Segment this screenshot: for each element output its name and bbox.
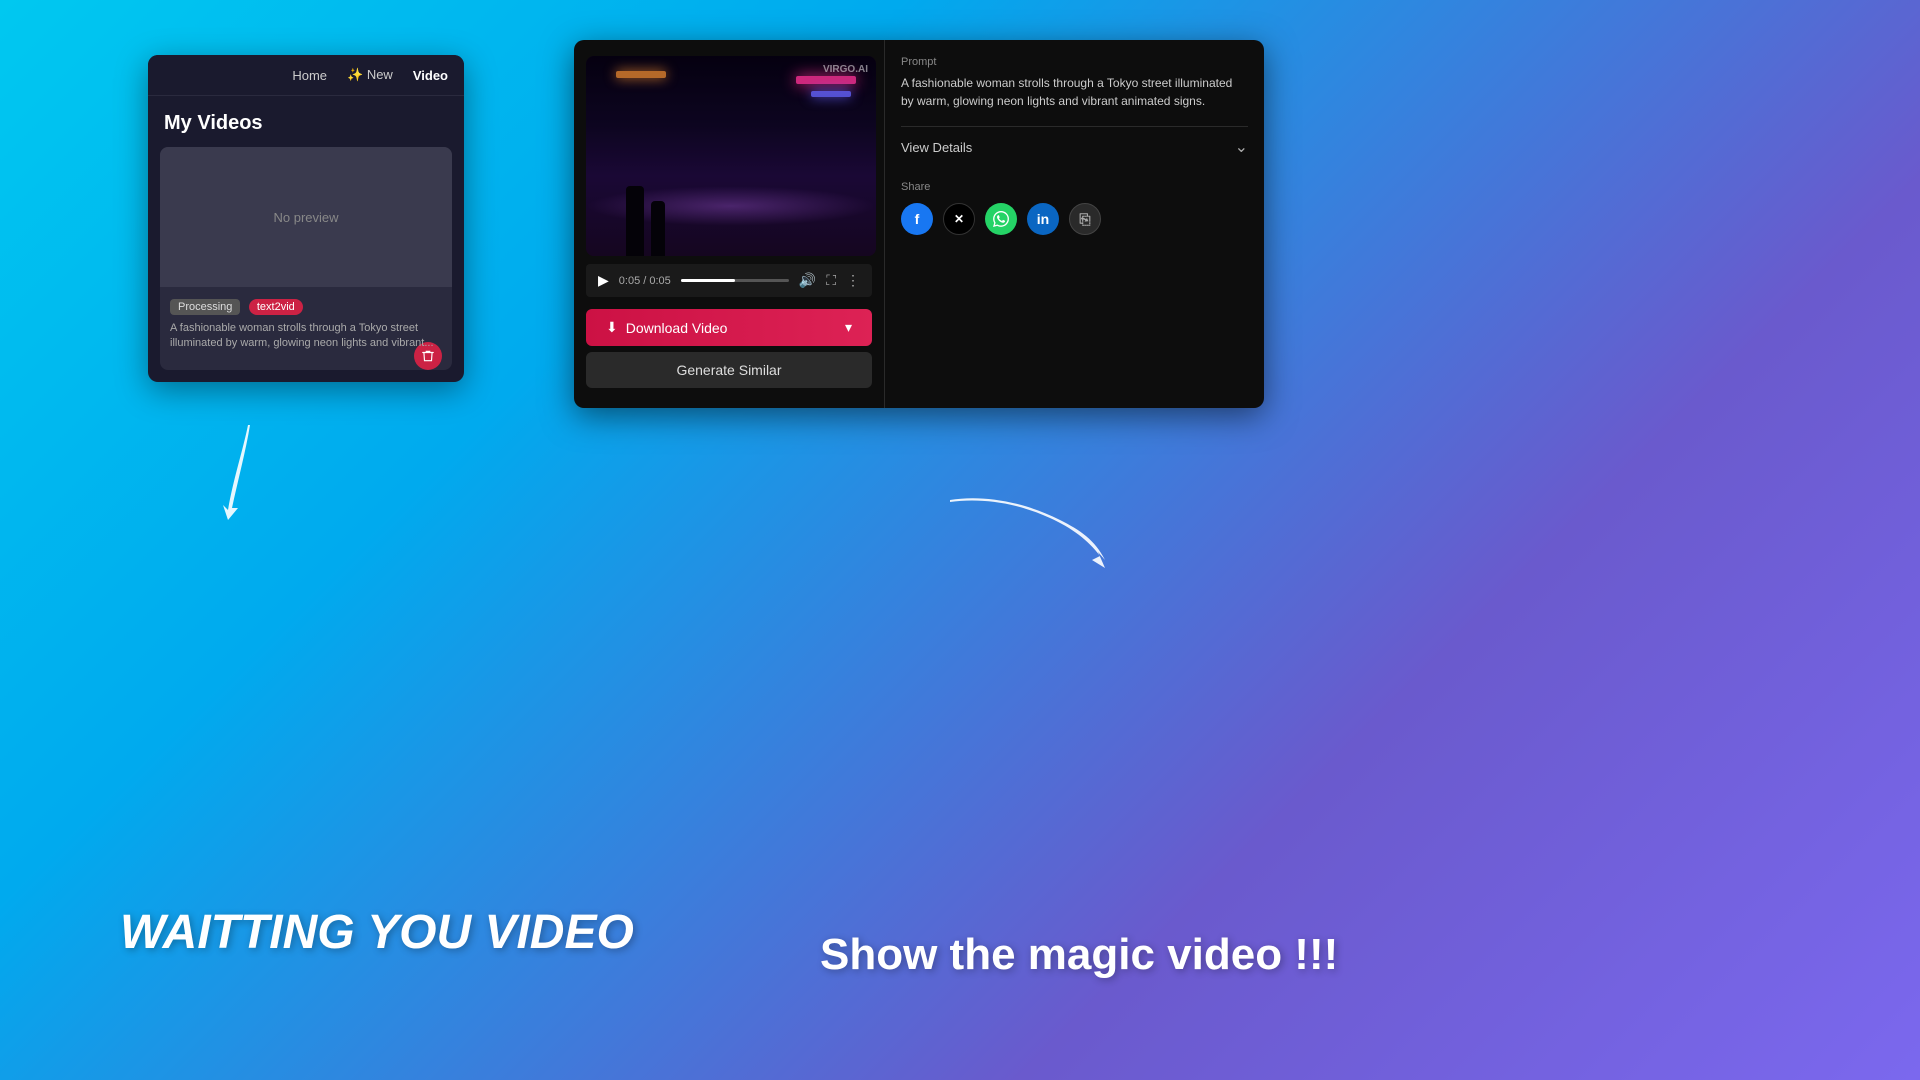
copy-link-button[interactable]: ⎘	[1069, 203, 1101, 235]
chevron-down-icon: ⌄	[1235, 137, 1248, 157]
share-facebook-button[interactable]: f	[901, 203, 933, 235]
neon-light-2	[811, 91, 851, 97]
video-main-col: VIRGO.AI ▶ 0:05 / 0:05 🔊 ⛶ ⋮ ⬇ Download …	[574, 40, 884, 408]
volume-icon[interactable]: 🔊	[799, 272, 816, 289]
bottom-label-left: WAITTING YOU VIDEO	[120, 905, 634, 960]
arrow-left	[218, 420, 278, 540]
type-badge: text2vid	[249, 299, 303, 315]
progress-fill	[681, 279, 735, 282]
fullscreen-icon[interactable]: ⛶	[826, 272, 836, 289]
share-section: Share f ✕ in ⎘	[901, 167, 1248, 235]
video-thumbnail-wrapper: VIRGO.AI	[586, 56, 876, 256]
progress-bar[interactable]	[681, 279, 789, 282]
nav-video[interactable]: Video	[413, 68, 448, 83]
neon-light-3	[616, 71, 666, 78]
no-preview-label: No preview	[273, 210, 338, 225]
watermark: VIRGO.AI	[823, 64, 868, 75]
video-preview: No preview	[160, 147, 452, 287]
right-panel-top: VIRGO.AI ▶ 0:05 / 0:05 🔊 ⛶ ⋮ ⬇ Download …	[574, 40, 1264, 408]
prompt-text: A fashionable woman strolls through a To…	[901, 74, 1248, 110]
share-whatsapp-button[interactable]	[985, 203, 1017, 235]
share-x-button[interactable]: ✕	[943, 203, 975, 235]
video-description: A fashionable woman strolls through a To…	[170, 321, 442, 352]
video-card-body: Processing text2vid A fashionable woman …	[160, 287, 452, 362]
nav-new[interactable]: ✨ New	[347, 67, 393, 83]
share-label: Share	[901, 181, 1248, 193]
share-icons-row: f ✕ in ⎘	[901, 203, 1248, 235]
panel-nav: Home ✨ New Video	[148, 55, 464, 96]
share-linkedin-button[interactable]: in	[1027, 203, 1059, 235]
person-silhouette-2	[651, 201, 665, 256]
right-panel: VIRGO.AI ▶ 0:05 / 0:05 🔊 ⛶ ⋮ ⬇ Download …	[574, 40, 1264, 408]
play-button[interactable]: ▶	[598, 272, 609, 289]
generate-similar-button[interactable]: Generate Similar	[586, 352, 872, 388]
person-silhouette-1	[626, 186, 644, 256]
video-thumbnail-bg: VIRGO.AI	[586, 56, 876, 256]
my-videos-title: My Videos	[148, 96, 464, 147]
download-video-button[interactable]: ⬇ Download Video ▾	[586, 309, 872, 346]
download-label: Download Video	[626, 320, 728, 336]
prompt-label: Prompt	[901, 56, 1248, 68]
whatsapp-icon	[993, 211, 1009, 227]
bottom-label-right: Show the magic video !!!	[820, 930, 1338, 980]
video-card: No preview Processing text2vid A fashion…	[160, 147, 452, 370]
view-details[interactable]: View Details ⌄	[901, 126, 1248, 167]
video-controls: ▶ 0:05 / 0:05 🔊 ⛶ ⋮	[586, 264, 872, 297]
info-section: Prompt A fashionable woman strolls throu…	[884, 40, 1264, 408]
processing-badge: Processing	[170, 299, 240, 315]
left-panel: Home ✨ New Video My Videos No preview Pr…	[148, 55, 464, 382]
neon-light-1	[796, 76, 856, 84]
more-options-icon[interactable]: ⋮	[846, 272, 860, 289]
nav-home[interactable]: Home	[292, 68, 327, 83]
view-details-label: View Details	[901, 140, 972, 155]
arrow-right	[940, 480, 1120, 580]
download-icon: ⬇	[606, 319, 618, 336]
download-chevron: ▾	[845, 319, 852, 336]
time-display: 0:05 / 0:05	[619, 275, 671, 287]
